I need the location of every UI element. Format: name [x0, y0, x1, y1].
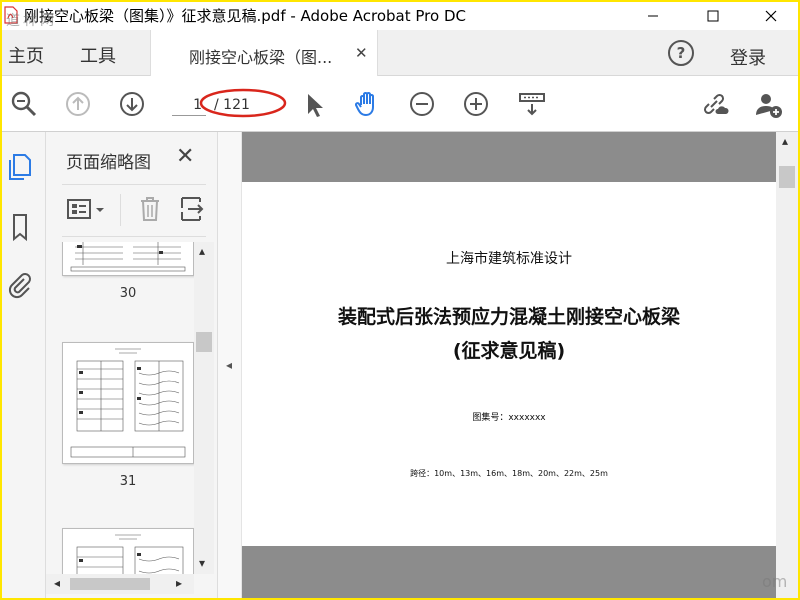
tools-divider — [120, 194, 121, 226]
zoom-in-icon[interactable] — [460, 88, 492, 120]
document-tab-label: 刚接空心板梁（图... — [189, 48, 333, 67]
nav-home[interactable]: 主页 — [8, 42, 44, 68]
add-user-icon[interactable] — [752, 88, 784, 120]
next-page-icon[interactable] — [116, 88, 148, 120]
app-window: 刚接空心板梁（图集）》征求意见稿.pdf - Adobe Acrobat Pro… — [2, 2, 798, 598]
thumbnail-horizontal-scrollbar[interactable]: ◂ ▸ — [46, 574, 194, 594]
pdf-page: 上海市建筑标准设计 装配式后张法预应力混凝土刚接空心板梁 (征求意见稿) 图集号… — [242, 182, 776, 546]
corner-watermark: om — [762, 572, 788, 591]
page-number-label: 31 — [119, 474, 137, 489]
hand-tool-icon[interactable] — [352, 88, 384, 120]
doc-publisher: 上海市建筑标准设计 — [446, 251, 572, 267]
doc-spans: 跨径：10m、13m、16m、18m、20m、22m、25m — [410, 469, 608, 478]
select-cursor-icon[interactable] — [298, 88, 330, 120]
page-display-icon[interactable] — [516, 88, 548, 120]
scroll-up-icon[interactable]: ▴ — [782, 134, 788, 148]
attachment-icon[interactable] — [6, 270, 34, 300]
page-number-input[interactable]: 1 — [172, 94, 206, 116]
tab-bar: 主页 工具 刚接空心板梁（图... ✕ ? 登录 — [2, 30, 798, 76]
thumbnail-drawing — [76, 534, 184, 574]
collapse-panel-gutter[interactable]: ◂ — [218, 132, 242, 598]
nav-tools[interactable]: 工具 — [80, 42, 116, 68]
scrollbar-thumb[interactable] — [70, 578, 150, 590]
title-bar: 刚接空心板梁（图集）》征求意见稿.pdf - Adobe Acrobat Pro… — [2, 2, 798, 30]
thumbnail-page[interactable] — [62, 528, 194, 574]
share-link-icon[interactable] — [698, 88, 730, 120]
scroll-down-icon[interactable]: ▾ — [199, 556, 205, 570]
doc-title: 装配式后张法预应力混凝土刚接空心板梁 — [337, 306, 680, 328]
minimize-icon — [648, 15, 658, 17]
bookmark-icon[interactable] — [6, 212, 34, 242]
close-panel-icon[interactable]: ✕ — [176, 144, 194, 169]
window-title: 刚接空心板梁（图集）》征求意见稿.pdf - Adobe Acrobat Pro… — [24, 7, 466, 25]
scroll-left-icon[interactable]: ◂ — [54, 576, 60, 590]
scroll-up-icon[interactable]: ▴ — [199, 244, 205, 258]
thumbnail-drawing — [70, 242, 186, 272]
thumbnail-drawing — [70, 348, 186, 458]
divider — [62, 184, 206, 185]
maximize-icon — [707, 10, 719, 22]
divider — [62, 236, 206, 237]
page-canvas: 上海市建筑标准设计 装配式后张法预应力混凝土刚接空心板梁 (征求意见稿) 图集号… — [242, 132, 776, 598]
thumbnail-vertical-scrollbar[interactable]: ▴ ▾ — [194, 242, 214, 574]
scrollbar-thumb[interactable] — [196, 332, 212, 352]
toolbar: 1 / 121 — [2, 76, 798, 132]
minimize-button[interactable] — [630, 2, 676, 30]
doc-atlas-number: 图集号：xxxxxxx — [472, 413, 546, 423]
site-watermark: 道林网 — [6, 13, 57, 29]
navigation-rail — [2, 132, 46, 598]
previous-page-icon[interactable] — [62, 88, 94, 120]
document-scrollbar[interactable]: ▴ — [776, 132, 798, 598]
signin-button[interactable]: 登录 — [730, 44, 766, 70]
scroll-right-icon[interactable]: ▸ — [176, 576, 182, 590]
thumbnail-list: 30 31 — [46, 242, 194, 574]
zoom-out-icon[interactable] — [406, 88, 438, 120]
thumbnail-page[interactable] — [62, 242, 194, 276]
panel-tools — [62, 192, 206, 228]
collapse-left-icon[interactable]: ◂ — [226, 358, 232, 372]
thumbnails-panel: 页面缩略图 ✕ 30 31 ▴ ▾ ◂ ▸ — [46, 132, 218, 598]
panel-title: 页面缩略图 — [66, 153, 151, 173]
document-view: ◂ 上海市建筑标准设计 装配式后张法预应力混凝土刚接空心板梁 (征求意见稿) 图… — [218, 132, 798, 598]
scrollbar-thumb[interactable] — [779, 166, 795, 188]
close-icon — [765, 10, 777, 22]
doc-subtitle: (征求意见稿) — [452, 340, 566, 362]
insert-pages-icon[interactable] — [178, 194, 206, 224]
page-number-label: 30 — [119, 286, 137, 301]
maximize-button[interactable] — [690, 2, 736, 30]
help-button[interactable]: ? — [668, 40, 694, 66]
thumbnail-page[interactable] — [62, 342, 194, 464]
close-tab-icon[interactable]: ✕ — [355, 44, 368, 62]
document-tab[interactable]: 刚接空心板梁（图... ✕ — [150, 30, 378, 76]
page-total: / 121 — [214, 97, 250, 113]
trash-icon[interactable] — [136, 194, 164, 224]
page-thumbnails-icon[interactable] — [6, 152, 34, 182]
close-window-button[interactable] — [748, 2, 794, 30]
thumbnail-options-icon[interactable] — [66, 196, 110, 224]
zoom-search-icon[interactable] — [8, 88, 40, 120]
